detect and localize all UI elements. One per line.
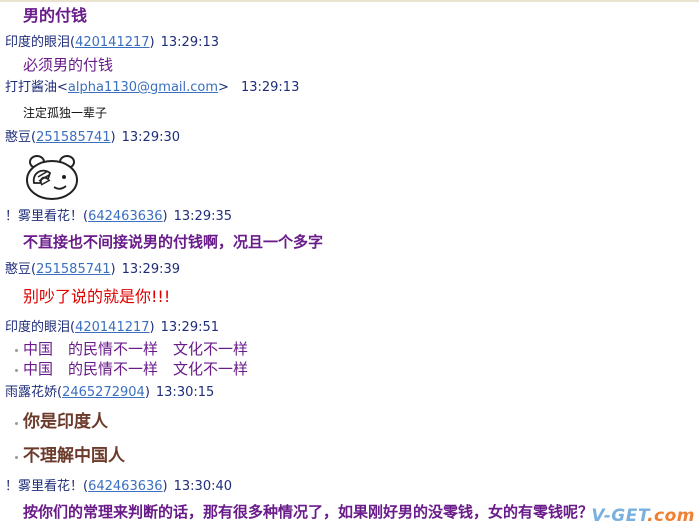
sender-name: ！雾里看花！ bbox=[5, 209, 84, 224]
message-time: 13:29:35 bbox=[173, 209, 233, 224]
message-line: 中国 的民情不一样 文化不一样 bbox=[23, 360, 249, 378]
bullet-icon bbox=[15, 349, 18, 352]
sender-qq-link[interactable]: 251585741 bbox=[36, 262, 110, 277]
sender-name: 憨豆 bbox=[5, 130, 32, 145]
message-header: 印度的眼泪(420141217) 13:29:51 bbox=[5, 320, 220, 335]
bullet-icon bbox=[15, 422, 18, 425]
message-text: 不直接也不间接说男的付钱啊，况且一个多字 bbox=[23, 233, 324, 251]
message-time: 13:30:15 bbox=[155, 385, 215, 400]
watermark-text: V-GET bbox=[591, 506, 648, 526]
message-header: 憨豆(251585741) 13:29:39 bbox=[5, 262, 181, 277]
message-time: 13:29:30 bbox=[121, 130, 181, 145]
watermark-domain: .com bbox=[647, 506, 695, 526]
message-time: 13:30:40 bbox=[173, 479, 233, 494]
sender-email-link[interactable]: alpha1130@gmail.com bbox=[68, 80, 218, 95]
message-header: 印度的眼泪(420141217) 13:29:13 bbox=[5, 35, 220, 50]
sender-name: ！雾里看花！ bbox=[5, 479, 84, 494]
bullet-icon bbox=[15, 456, 18, 459]
message-header: 雨露花娇(2465272904) 13:30:15 bbox=[5, 385, 215, 400]
sender-qq-link[interactable]: 642463636 bbox=[88, 209, 162, 224]
message-line: 不理解中国人 bbox=[23, 446, 125, 466]
sender-qq-link[interactable]: 642463636 bbox=[88, 479, 162, 494]
message-header: 打打酱油<alpha1130@gmail.com> 13:29:13 bbox=[5, 80, 300, 95]
message-header: ！雾里看花！(642463636) 13:29:35 bbox=[5, 209, 233, 224]
message-time: 13:29:39 bbox=[121, 262, 181, 277]
chat-log: 男的付钱 印度的眼泪(420141217) 13:29:13 必须男的付钱 打打酱… bbox=[0, 0, 699, 530]
message-time: 13:29:51 bbox=[160, 320, 220, 335]
sender-qq-link[interactable]: 251585741 bbox=[36, 130, 110, 145]
bear-facepalm-icon bbox=[26, 155, 78, 200]
message-line: 中国 的民情不一样 文化不一样 bbox=[23, 340, 249, 358]
sender-name: 雨露花娇 bbox=[5, 385, 58, 400]
sender-qq-link[interactable]: 420141217 bbox=[75, 320, 149, 335]
sender-qq-link[interactable]: 420141217 bbox=[75, 35, 149, 50]
sender-name: 印度的眼泪 bbox=[5, 35, 71, 50]
bullet-icon bbox=[15, 369, 18, 372]
message-time: 13:29:13 bbox=[240, 80, 300, 95]
sender-name: 打打酱油 bbox=[5, 80, 58, 95]
message-header: 憨豆(251585741) 13:29:30 bbox=[5, 130, 181, 145]
sender-name: 憨豆 bbox=[5, 262, 32, 277]
message-header: ！雾里看花！(642463636) 13:30:40 bbox=[5, 479, 233, 494]
watermark-logo: V-GET.com bbox=[591, 506, 695, 526]
message-line: 你是印度人 bbox=[23, 412, 108, 432]
message-text: 别吵了说的就是你!!! bbox=[23, 287, 171, 306]
message-text: 必须男的付钱 bbox=[23, 56, 114, 74]
message-text: 男的付钱 bbox=[23, 6, 88, 25]
message-time: 13:29:13 bbox=[160, 35, 220, 50]
message-text: 注定孤独一辈子 bbox=[23, 106, 108, 120]
sender-name: 印度的眼泪 bbox=[5, 320, 71, 335]
sender-qq-link[interactable]: 2465272904 bbox=[62, 385, 145, 400]
